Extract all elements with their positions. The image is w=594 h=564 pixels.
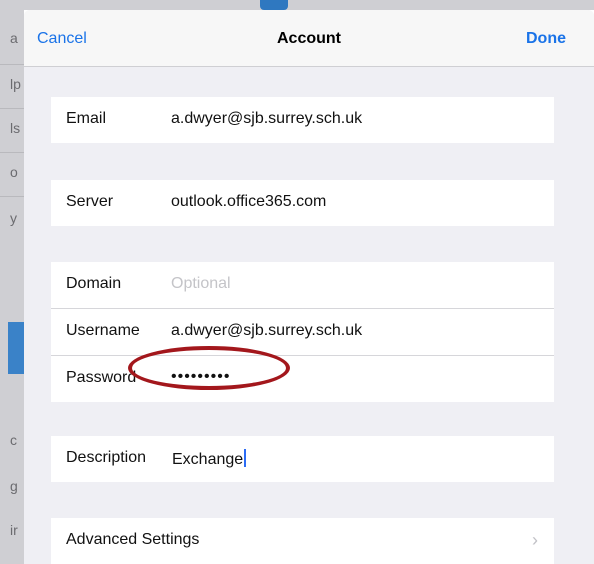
server-group: Server outlook.office365.com bbox=[51, 180, 554, 226]
domain-field[interactable]: Optional bbox=[171, 275, 231, 293]
description-label: Description bbox=[66, 449, 147, 466]
advanced-settings-row[interactable]: Advanced Settings › bbox=[51, 518, 554, 564]
domain-row[interactable]: Domain Optional bbox=[51, 262, 554, 309]
description-row[interactable]: Description Exchange bbox=[51, 436, 554, 482]
background-app-text: ls bbox=[10, 120, 21, 136]
background-app-text: o bbox=[10, 164, 18, 180]
background-app-selected-item bbox=[8, 322, 24, 374]
background-app-divider bbox=[0, 152, 24, 153]
background-app-divider bbox=[0, 108, 24, 109]
done-button[interactable]: Done bbox=[526, 30, 566, 48]
text-cursor bbox=[244, 449, 247, 467]
email-group: Email a.dwyer@sjb.surrey.sch.uk bbox=[51, 97, 554, 143]
description-value: Exchange bbox=[172, 451, 244, 468]
username-field[interactable]: a.dwyer@sjb.surrey.sch.uk bbox=[171, 322, 362, 340]
domain-label: Domain bbox=[66, 275, 122, 292]
server-label: Server bbox=[66, 193, 114, 210]
navigation-bar: Cancel Account Done bbox=[24, 10, 594, 67]
password-row[interactable]: Password ••••••••• bbox=[51, 356, 554, 402]
server-field[interactable]: outlook.office365.com bbox=[171, 193, 326, 211]
description-group: Description Exchange bbox=[51, 436, 554, 482]
account-sheet: Cancel Account Done Email a.dwyer@sjb.su… bbox=[24, 10, 594, 564]
password-label: Password bbox=[66, 369, 137, 386]
page-title: Account bbox=[277, 30, 341, 47]
background-app-sidebar: a lp ls o y c g ir bbox=[0, 0, 24, 564]
description-field[interactable]: Exchange bbox=[172, 449, 247, 469]
background-app-text: lp bbox=[10, 76, 21, 92]
username-row[interactable]: Username a.dwyer@sjb.surrey.sch.uk bbox=[51, 309, 554, 356]
background-app-top bbox=[24, 0, 594, 10]
server-row[interactable]: Server outlook.office365.com bbox=[51, 180, 554, 226]
background-app-text: a bbox=[10, 30, 18, 46]
credentials-group: Domain Optional Username a.dwyer@sjb.sur… bbox=[51, 262, 554, 402]
username-label: Username bbox=[66, 322, 140, 339]
advanced-settings-label: Advanced Settings bbox=[66, 531, 200, 548]
password-field[interactable]: ••••••••• bbox=[171, 368, 230, 386]
background-app-divider bbox=[0, 196, 24, 197]
background-app-divider bbox=[0, 64, 24, 65]
background-app-tab bbox=[260, 0, 288, 10]
background-app-text: c bbox=[10, 432, 17, 448]
background-app-text: ir bbox=[10, 522, 18, 538]
advanced-group: Advanced Settings › bbox=[51, 518, 554, 564]
chevron-right-icon: › bbox=[532, 530, 538, 550]
background-app-text: g bbox=[10, 478, 18, 494]
background-app-text: y bbox=[10, 210, 17, 226]
email-row[interactable]: Email a.dwyer@sjb.surrey.sch.uk bbox=[51, 97, 554, 143]
email-field[interactable]: a.dwyer@sjb.surrey.sch.uk bbox=[171, 110, 362, 128]
email-label: Email bbox=[66, 110, 107, 127]
